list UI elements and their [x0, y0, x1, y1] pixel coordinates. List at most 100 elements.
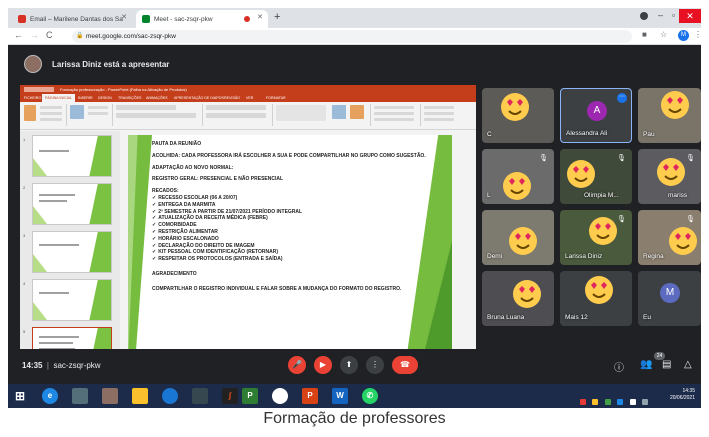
- participant-tile[interactable]: Bruna Luana: [482, 271, 554, 326]
- taskbar-clock[interactable]: 14:35 20/06/2021: [670, 388, 695, 402]
- close-icon[interactable]: ✕: [257, 13, 263, 21]
- media-icon[interactable]: [162, 388, 178, 404]
- ppt-tab-slideshow[interactable]: APRESENTAÇÃO DE DIAPOS: [174, 94, 224, 102]
- info-icon[interactable]: ⓘ: [614, 359, 624, 374]
- powerpoint-icon[interactable]: P: [302, 388, 318, 404]
- reset-icon[interactable]: [88, 112, 108, 115]
- maximize-icon[interactable]: ▫: [672, 10, 675, 20]
- quick-styles-icon[interactable]: [350, 105, 364, 119]
- replace-icon[interactable]: [424, 112, 454, 115]
- paste-icon[interactable]: [24, 105, 36, 121]
- participant-name: Eu: [643, 314, 651, 321]
- word-icon[interactable]: W: [332, 388, 348, 404]
- camera-icon[interactable]: ■: [642, 30, 647, 39]
- chrome-icon[interactable]: [272, 388, 288, 404]
- end-call-button[interactable]: ☎: [392, 356, 418, 374]
- ppt-tab-home[interactable]: PÁGINA INICIAL: [42, 94, 75, 102]
- publisher-icon[interactable]: P: [242, 388, 258, 404]
- participant-tile[interactable]: A ⋯ Alessandra Ali: [560, 88, 632, 143]
- window-close-icon[interactable]: ✕: [679, 9, 701, 23]
- cut-icon[interactable]: [40, 106, 62, 109]
- avatar[interactable]: M: [678, 30, 689, 41]
- participant-tile[interactable]: 🎙 L: [482, 149, 554, 204]
- folder-icon[interactable]: [132, 388, 148, 404]
- font-format-icons[interactable]: [116, 113, 196, 118]
- chat-icon[interactable]: ▤: [662, 359, 671, 370]
- shape-outline-icon[interactable]: [374, 112, 414, 115]
- network-icon[interactable]: [72, 388, 88, 404]
- plus-icon[interactable]: +: [274, 11, 280, 23]
- windows-start-icon[interactable]: ⊞: [12, 388, 28, 404]
- minimize-icon[interactable]: –: [658, 10, 663, 20]
- activities-icon[interactable]: △: [684, 359, 692, 370]
- current-slide[interactable]: PAUTA DA REUNIÃO ACOLHIDA: CADA PROFESSO…: [128, 135, 452, 361]
- new-slide-icon[interactable]: [70, 105, 84, 119]
- shape-fill-icon[interactable]: [374, 106, 414, 109]
- ppt-tab-review[interactable]: REVISÃO: [224, 94, 240, 102]
- heart-eyes-emoji-icon: [513, 280, 541, 308]
- star-icon[interactable]: ☆: [660, 30, 667, 39]
- present-screen-button[interactable]: ⬆: [340, 356, 358, 374]
- layout-icon[interactable]: [88, 106, 108, 109]
- more-options-icon[interactable]: ⋯: [617, 93, 627, 103]
- reload-icon[interactable]: C: [46, 30, 53, 40]
- participant-tile[interactable]: 🎙 Olimpia M...: [560, 149, 632, 204]
- tray-icon[interactable]: [604, 399, 611, 405]
- whatsapp-icon[interactable]: ✆: [362, 388, 378, 404]
- ppt-tab-view[interactable]: VER: [246, 94, 253, 102]
- thumb-text-line: [39, 200, 67, 202]
- heart-eyes-emoji-icon: [567, 160, 595, 188]
- forward-icon[interactable]: →: [30, 30, 39, 40]
- app-icon[interactable]: [102, 388, 118, 404]
- ppt-tab-design[interactable]: DESIGN: [98, 94, 112, 102]
- format-painter-icon[interactable]: [40, 118, 62, 121]
- participant-tile[interactable]: Demi: [482, 210, 554, 265]
- shape-effects-icon[interactable]: [374, 118, 414, 121]
- paragraph-icons[interactable]: [206, 105, 266, 110]
- tray-icon[interactable]: [592, 399, 599, 405]
- participant-tile[interactable]: 🎙 Regina: [638, 210, 701, 265]
- alignment-icons[interactable]: [206, 113, 266, 118]
- more-options-button[interactable]: ⋮: [366, 356, 384, 374]
- participant-tile[interactable]: Pau: [638, 88, 701, 143]
- record-icon[interactable]: [640, 12, 648, 20]
- slide-thumbnail[interactable]: [32, 231, 112, 273]
- arrange-icon[interactable]: [332, 105, 346, 119]
- ppt-tab-animations[interactable]: ANIMAÇÕES: [146, 94, 168, 102]
- app-icon[interactable]: [192, 388, 208, 404]
- camera-off-button[interactable]: ▶: [314, 356, 332, 374]
- slide-thumbnail[interactable]: [32, 183, 112, 225]
- shapes-gallery[interactable]: [276, 105, 326, 121]
- tray-icon[interactable]: [580, 399, 586, 405]
- wifi-icon[interactable]: [642, 399, 649, 405]
- browser-tab-strip: Email – Marilene Dantas dos Sa ✕ Meet - …: [8, 8, 701, 28]
- tab-email[interactable]: Email – Marilene Dantas dos Sa ✕: [12, 10, 132, 28]
- mic-off-button[interactable]: 🎤: [288, 356, 306, 374]
- volume-icon[interactable]: [629, 399, 636, 405]
- copy-icon[interactable]: [40, 112, 62, 115]
- participant-tile[interactable]: Mais 12: [560, 271, 632, 326]
- participant-tile[interactable]: C: [482, 88, 554, 143]
- more-menu-icon[interactable]: ⋮: [694, 30, 702, 39]
- participant-tile[interactable]: 🎙 Larissa Diniz: [560, 210, 632, 265]
- ie-icon[interactable]: e: [42, 388, 58, 404]
- font-selector[interactable]: [116, 105, 176, 110]
- ppt-tab-insert[interactable]: INSERIR: [78, 94, 93, 102]
- tab-meet[interactable]: Meet - sac-zsqr-pkw ✕: [136, 10, 268, 28]
- slide-thumbnail[interactable]: [32, 279, 112, 321]
- tray-icon[interactable]: [617, 399, 624, 405]
- participant-tile-self[interactable]: M Eu: [638, 271, 701, 326]
- meet-window: Larissa Diniz está a apresentar Formação…: [8, 45, 701, 384]
- select-icon[interactable]: [424, 118, 454, 121]
- ppt-tab-file[interactable]: FICHEIRO: [24, 94, 41, 102]
- people-icon[interactable]: 👥: [640, 359, 652, 370]
- acrobat-icon[interactable]: ∫: [222, 388, 238, 404]
- ppt-tab-format[interactable]: FORMATAR: [266, 94, 286, 102]
- find-icon[interactable]: [424, 106, 454, 109]
- back-icon[interactable]: ←: [14, 30, 23, 40]
- address-bar[interactable]: 🔒 meet.google.com/sac-zsqr-pkw: [72, 30, 632, 43]
- close-icon[interactable]: ✕: [121, 13, 127, 21]
- ppt-tab-transitions[interactable]: TRANSIÇÕES: [118, 94, 141, 102]
- slide-thumbnail[interactable]: [32, 135, 112, 177]
- participant-tile[interactable]: 🎙 mariss: [638, 149, 701, 204]
